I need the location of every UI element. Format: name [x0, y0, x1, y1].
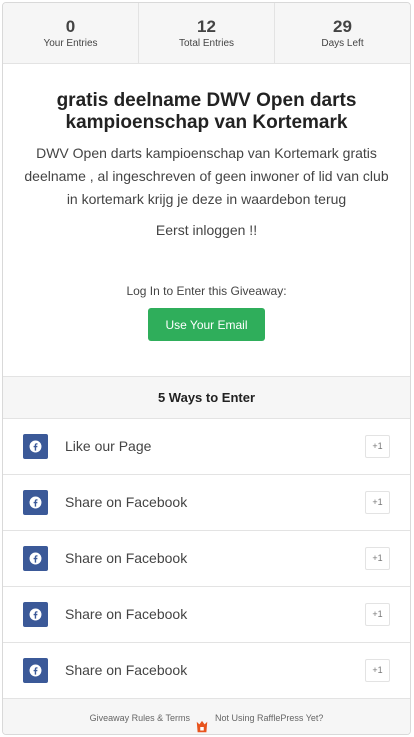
stats-bar: 0 Your Entries 12 Total Entries 29 Days …	[3, 3, 410, 64]
use-email-button[interactable]: Use Your Email	[148, 308, 265, 341]
rafflepress-logo-icon	[195, 712, 209, 732]
entry-points-badge: +1	[365, 659, 390, 682]
entry-method-share-facebook[interactable]: Share on Facebook +1	[3, 587, 410, 643]
facebook-icon	[23, 546, 48, 571]
giveaway-widget: 0 Your Entries 12 Total Entries 29 Days …	[2, 2, 411, 735]
ways-to-enter-header: 5 Ways to Enter	[3, 376, 410, 419]
stat-total-entries: 12 Total Entries	[138, 3, 274, 63]
stat-value: 12	[197, 17, 216, 36]
entry-label: Share on Facebook	[65, 494, 188, 510]
entry-label: Like our Page	[65, 438, 152, 454]
stat-label: Total Entries	[178, 38, 235, 49]
stat-days-left: 29 Days Left	[274, 3, 410, 63]
entry-label: Share on Facebook	[65, 662, 188, 678]
stat-your-entries: 0 Your Entries	[3, 3, 138, 63]
facebook-icon	[23, 602, 48, 627]
stat-value: 29	[333, 17, 352, 36]
giveaway-title: gratis deelname DWV Open darts kampioens…	[56, 90, 357, 133]
entry-label: Share on Facebook	[65, 550, 188, 566]
entry-points-badge: +1	[365, 435, 390, 458]
widget-footer: Giveaway Rules & Terms Not Using RaffleP…	[3, 699, 410, 734]
facebook-icon	[23, 434, 48, 459]
entry-label: Share on Facebook	[65, 606, 188, 622]
giveaway-note: Eerst inloggen !!	[155, 222, 258, 238]
stat-label: Days Left	[321, 38, 364, 49]
stat-value: 0	[65, 17, 76, 36]
entry-method-share-facebook[interactable]: Share on Facebook +1	[3, 643, 410, 699]
entry-points-badge: +1	[365, 491, 390, 514]
giveaway-description: DWV Open darts kampioenschap van Kortema…	[24, 145, 389, 207]
login-prompt: Log In to Enter this Giveaway:	[126, 284, 287, 298]
rules-link[interactable]: Giveaway Rules & Terms	[90, 713, 190, 723]
facebook-icon	[23, 658, 48, 683]
entry-method-share-facebook[interactable]: Share on Facebook +1	[3, 475, 410, 531]
facebook-icon	[23, 490, 48, 515]
entry-points-badge: +1	[365, 547, 390, 570]
rafflepress-promo-link[interactable]: Not Using RafflePress Yet?	[215, 713, 323, 723]
stat-label: Your Entries	[43, 38, 98, 49]
entry-points-badge: +1	[365, 603, 390, 626]
entry-method-share-facebook[interactable]: Share on Facebook +1	[3, 531, 410, 587]
entry-method-like-page[interactable]: Like our Page +1	[3, 419, 410, 475]
giveaway-details: gratis deelname DWV Open darts kampioens…	[3, 64, 410, 376]
